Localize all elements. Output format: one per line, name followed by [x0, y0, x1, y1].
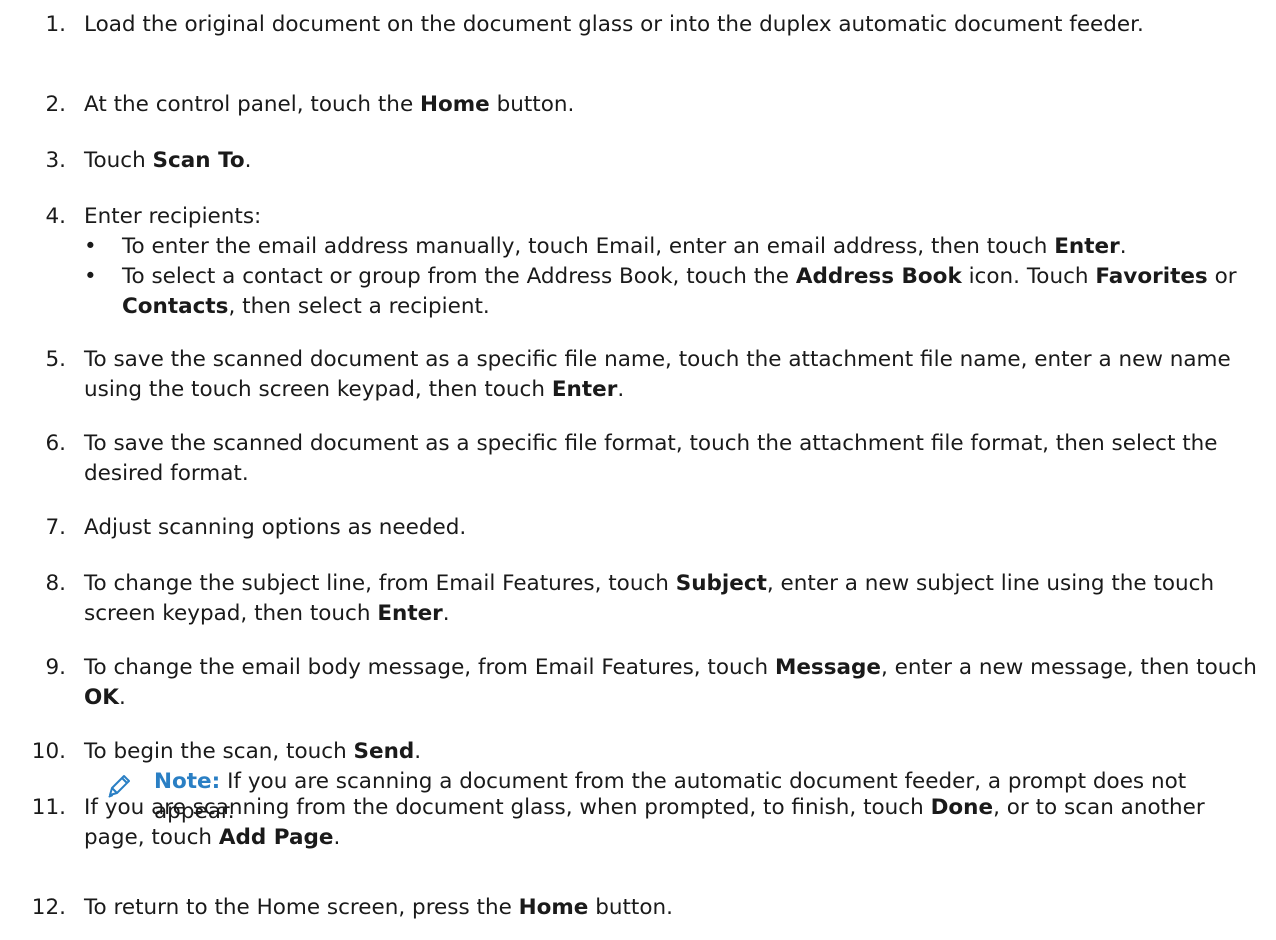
- step-number: 11.: [31, 795, 66, 820]
- bullet-text-run: To enter the email address manually, tou…: [122, 234, 1055, 259]
- step-text-run: Adjust scanning options as needed.: [84, 515, 467, 540]
- note-label: Note:: [154, 769, 221, 794]
- step-text: To save the scanned document as a specif…: [84, 429, 1259, 489]
- ui-term: Enter: [551, 377, 618, 402]
- step-text: To change the email body message, from E…: [84, 653, 1259, 713]
- bullet-text-run: , then select a recipient.: [228, 294, 490, 319]
- bullet-item: • To select a contact or group from the A…: [84, 262, 1259, 322]
- step-number: 7.: [45, 515, 66, 540]
- step-text: To save the scanned document as a specif…: [84, 345, 1259, 405]
- bullet-text-run: .: [1119, 234, 1127, 259]
- note-text: Note: If you are scanning a document fro…: [154, 767, 1264, 827]
- ui-term: Address Book: [795, 264, 962, 289]
- step-number: 1.: [45, 12, 66, 37]
- step-text-run: To save the scanned document as a specif…: [84, 347, 1231, 402]
- step-text: Touch Scan To.: [84, 146, 1259, 176]
- step-text: To begin the scan, touch Send.: [84, 737, 1259, 767]
- step-text-run: .: [244, 148, 252, 173]
- pencil-icon: [106, 773, 132, 799]
- step-number: 9.: [45, 655, 66, 680]
- step-text-run: Touch: [84, 148, 153, 173]
- step-text-run: Load the original document on the docume…: [84, 12, 1144, 37]
- step-text-run: button.: [588, 895, 673, 920]
- step-number: 8.: [45, 571, 66, 596]
- bullet-text-run: or: [1207, 264, 1237, 289]
- step-number: 4.: [45, 204, 66, 229]
- ui-term: Send: [353, 739, 415, 764]
- step-text-run: , enter a new message, then touch: [881, 655, 1257, 680]
- ui-term: Scan To: [152, 148, 245, 173]
- ui-term: Message: [774, 655, 881, 680]
- ui-term: Home: [420, 92, 490, 117]
- step-number: 10.: [31, 739, 66, 764]
- step-text-run: .: [333, 825, 341, 850]
- bullet-item: • To enter the email address manually, to…: [84, 232, 1259, 262]
- step-text-run: To save the scanned document as a specif…: [84, 431, 1218, 486]
- bullet-marker: •: [84, 264, 97, 289]
- ui-term: Add Page: [218, 825, 334, 850]
- ui-term: OK: [84, 685, 119, 710]
- bullet-text-run: To select a contact or group from the Ad…: [122, 264, 796, 289]
- step-number: 5.: [45, 347, 66, 372]
- step-text-run: To change the email body message, from E…: [84, 655, 775, 680]
- step-number: 2.: [45, 92, 66, 117]
- step-text: Adjust scanning options as needed.: [84, 513, 1259, 543]
- step-text-run: To return to the Home screen, press the: [84, 895, 519, 920]
- step-text: Load the original document on the docume…: [84, 10, 1259, 40]
- ui-term: Enter: [1054, 234, 1120, 259]
- step-text-run: Enter recipients:: [84, 204, 262, 229]
- step-text-run: To begin the scan, touch: [84, 739, 354, 764]
- step-text-run: .: [118, 685, 126, 710]
- ui-term: Home: [518, 895, 589, 920]
- document-page: 1. Load the original document on the docu…: [0, 0, 1276, 940]
- bullet-marker: •: [84, 234, 97, 259]
- step-text: At the control panel, touch the Home but…: [84, 90, 1259, 120]
- step-number: 6.: [45, 431, 66, 456]
- step-text-run: button.: [489, 92, 575, 117]
- note-body: If you are scanning a document from the …: [154, 769, 1187, 824]
- step-text: Enter recipients: • To enter the email add…: [84, 202, 1259, 322]
- step-number: 3.: [45, 148, 66, 173]
- step-text-run: To change the subject line, from Email F…: [84, 571, 676, 596]
- ui-term: Contacts: [122, 294, 229, 319]
- ui-term: Enter: [377, 601, 443, 626]
- bullet-text-run: icon. Touch: [961, 264, 1096, 289]
- step-text-run: .: [442, 601, 450, 626]
- ui-term: Favorites: [1095, 264, 1208, 289]
- step-text-run: .: [617, 377, 625, 402]
- step-number: 12.: [31, 895, 66, 920]
- step-text: To return to the Home screen, press the …: [84, 893, 1259, 923]
- ui-term: Subject: [675, 571, 767, 596]
- step-text-run: At the control panel, touch the: [84, 92, 421, 117]
- step-text: To change the subject line, from Email F…: [84, 569, 1259, 629]
- step-text-run: .: [414, 739, 422, 764]
